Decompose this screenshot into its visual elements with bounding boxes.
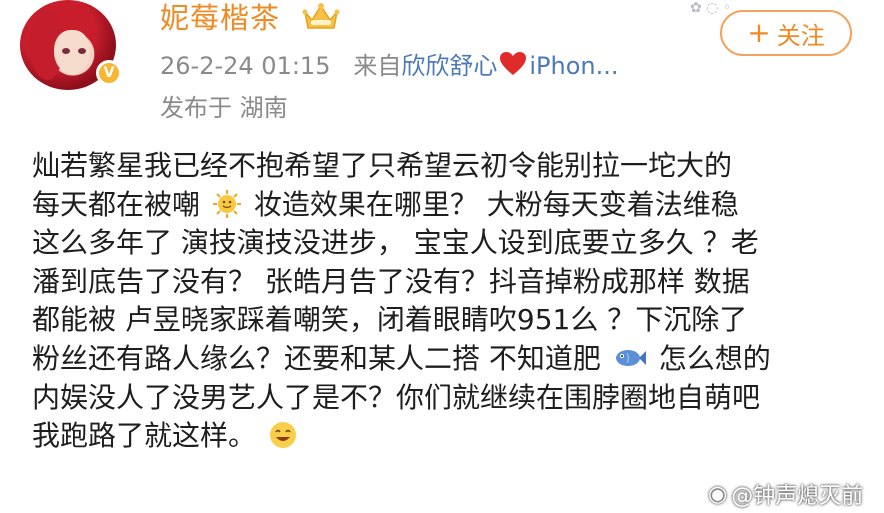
source-device[interactable]: iPhon... [529, 52, 618, 80]
post-text: 每天都在被嘲 [32, 187, 201, 221]
watermark: ◉ @钟声熄灭前 [708, 478, 863, 510]
post-line: 内娱没人了没男艺人了是不？你们就继续在围脖圈地自萌吧 [32, 380, 761, 414]
post-line: 每天都在被嘲 妆造效果在哪里？ 大粉每天变着法维稳 [32, 186, 862, 225]
watermark-text: @钟声熄灭前 [731, 484, 864, 509]
follow-label: 关注 [776, 21, 825, 50]
follow-button[interactable]: + 关注 [720, 10, 852, 56]
avatar-eye [78, 48, 86, 54]
avatar-eye [62, 48, 70, 54]
plus-icon: + [747, 16, 771, 49]
post-text: 怎么想的 [658, 341, 771, 375]
source-name[interactable]: 欣欣舒心 [401, 52, 497, 80]
post-line: 粉丝还有路人缘么？还要和某人二搭 不知道肥 怎么想的 [32, 340, 862, 379]
sun-emoji-icon [212, 189, 241, 218]
username[interactable]: 妮莓楷茶 [160, 0, 280, 36]
weibo-logo-icon: ◉ [708, 481, 728, 507]
verified-badge-icon: V [96, 60, 122, 86]
grinning-face-emoji-icon [269, 422, 296, 449]
post-meta: 26-2-24 01:15 来自欣欣舒心 iPhon... [160, 50, 619, 82]
heart-icon [500, 52, 527, 75]
post-body: 灿若繁星我已经不抱希望了只希望云初令能别拉一坨大的 每天都在被嘲 妆造效果在哪里… [32, 147, 862, 456]
fish-emoji-icon [615, 349, 646, 366]
post-line: 都能被 卢昱晓家踩着嘲笑，闭着眼睛吹951么 ？下沉除了 [32, 303, 748, 337]
crown-icon [302, 3, 340, 29]
post-line: 这么多年了 演技演技没进步， 宝宝人设到底要立多久 ？老 [32, 226, 759, 260]
post-line: 我跑路了就这样。 [32, 417, 862, 456]
post-text: 妆造效果在哪里？ 大粉每天变着法维稳 [253, 187, 739, 221]
post-location: 发布于 湖南 [160, 94, 288, 122]
post-text: 粉丝还有路人缘么？还要和某人二搭 不知道肥 [32, 341, 601, 375]
post-line: 潘到底告了没有？ 张皓月告了没有？抖音掉粉成那样 数据 [32, 264, 750, 298]
post-timestamp: 26-2-24 01:15 [160, 52, 331, 80]
post-text: 我跑路了就这样。 [32, 419, 257, 453]
source-prefix: 来自 [353, 52, 402, 80]
post-line: 灿若繁星我已经不抱希望了只希望云初令能别拉一坨大的 [32, 149, 733, 182]
